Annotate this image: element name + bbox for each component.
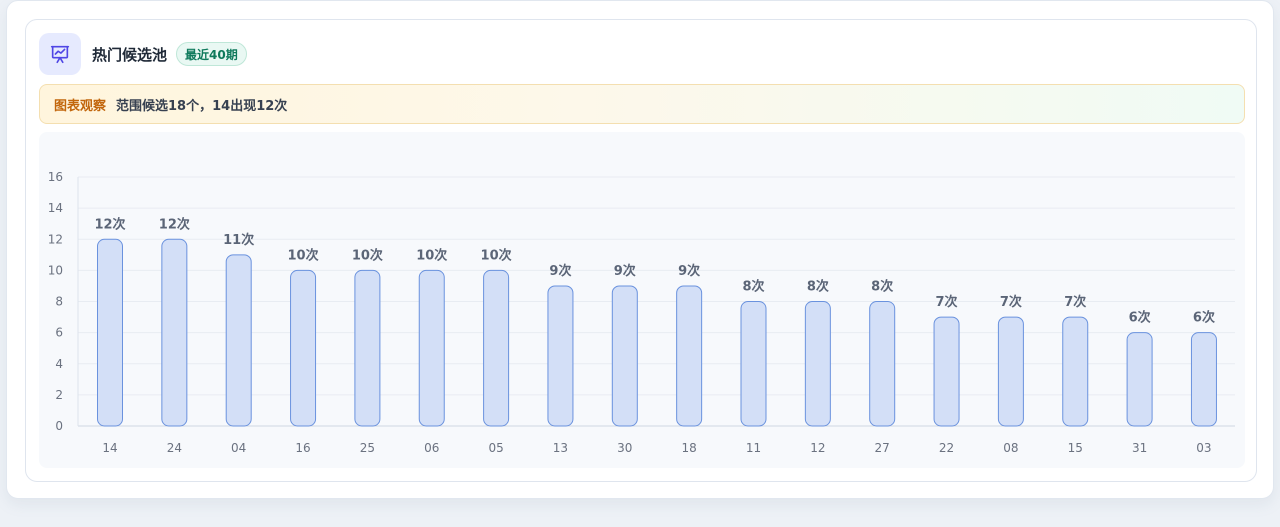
y-tick-label: 10 <box>48 263 63 277</box>
x-tick-label: 30 <box>617 441 632 455</box>
x-tick-label: 18 <box>682 441 697 455</box>
bar-value-label: 9次 <box>549 263 571 279</box>
y-tick-label: 0 <box>55 419 63 433</box>
x-tick-label: 27 <box>875 441 890 455</box>
y-tick-label: 14 <box>48 201 63 215</box>
bar-value-label: 10次 <box>288 247 319 263</box>
bar <box>225 254 252 427</box>
y-tick-label: 4 <box>55 357 63 371</box>
bar <box>997 316 1024 427</box>
bar-value-label: 7次 <box>1000 294 1022 310</box>
bar-value-label: 9次 <box>614 263 636 279</box>
bar <box>869 301 896 427</box>
bar <box>933 316 960 427</box>
hot-candidate-card: 热门候选池 最近40期 图表观察 范围候选18个，14出现12次 0 2 4 6 8 10… <box>25 19 1257 482</box>
x-tick-label: 16 <box>295 441 310 455</box>
observation-label: 图表观察 <box>54 98 107 114</box>
bar <box>354 269 381 427</box>
x-tick-label: 04 <box>231 441 246 455</box>
x-tick-label: 24 <box>167 441 182 455</box>
bar <box>1062 316 1089 427</box>
bar-chart: 0 2 4 6 8 10 12 14 16 12次 14 12次 24 11次 04 10次 16 10次 25 10… <box>39 132 1245 468</box>
bar-value-label: 10次 <box>481 247 512 263</box>
bar-value-label: 10次 <box>352 247 383 263</box>
x-tick-label: 05 <box>488 441 503 455</box>
x-tick-label: 13 <box>553 441 568 455</box>
x-tick-label: 25 <box>360 441 375 455</box>
y-tick-label: 2 <box>55 388 63 402</box>
bar-chart-svg: 024681012141612次1412次2411次0410次1610次2510… <box>48 170 1235 455</box>
bar <box>290 269 317 427</box>
bar-value-label: 12次 <box>159 216 190 232</box>
y-tick-label: 12 <box>48 232 63 246</box>
y-tick-label: 8 <box>55 295 63 309</box>
y-tick-label: 6 <box>55 326 63 340</box>
outer-panel: 热门候选池 最近40期 图表观察 范围候选18个，14出现12次 0 2 4 6 8 10… <box>6 0 1274 499</box>
chart-observation-banner: 图表观察 范围候选18个，14出现12次 <box>39 84 1245 124</box>
bar-value-label: 8次 <box>871 279 893 295</box>
bar-value-label: 11次 <box>223 232 254 248</box>
bar <box>804 301 831 427</box>
bar-value-label: 12次 <box>94 216 125 232</box>
x-tick-label: 08 <box>1003 441 1018 455</box>
bar <box>1190 332 1217 427</box>
x-tick-label: 22 <box>939 441 954 455</box>
bar <box>676 285 703 427</box>
bar-value-label: 6次 <box>1193 310 1215 326</box>
x-tick-label: 12 <box>810 441 825 455</box>
bar-value-label: 6次 <box>1129 310 1151 326</box>
card-title: 热门候选池 <box>92 45 168 64</box>
x-tick-label: 03 <box>1196 441 1211 455</box>
bar <box>611 285 638 427</box>
y-tick-label: 16 <box>48 170 63 184</box>
bar <box>1126 332 1153 427</box>
observation-text: 范围候选18个，14出现12次 <box>116 98 288 114</box>
bar-value-label: 8次 <box>807 279 829 295</box>
bar-value-label: 10次 <box>416 247 447 263</box>
bar <box>740 301 767 427</box>
bar <box>483 269 510 427</box>
x-tick-label: 15 <box>1068 441 1083 455</box>
presentation-chart-icon <box>39 33 81 75</box>
bar-value-label: 7次 <box>936 294 958 310</box>
x-tick-label: 14 <box>102 441 117 455</box>
period-badge: 最近40期 <box>176 42 247 66</box>
x-tick-label: 06 <box>424 441 439 455</box>
card-header: 热门候选池 最近40期 <box>39 33 247 75</box>
bar-value-label: 9次 <box>678 263 700 279</box>
x-tick-label: 11 <box>746 441 761 455</box>
bar <box>547 285 574 427</box>
bar <box>418 269 445 427</box>
bar-value-label: 7次 <box>1064 294 1086 310</box>
bar <box>97 238 123 427</box>
bar-value-label: 8次 <box>742 279 764 295</box>
x-tick-label: 31 <box>1132 441 1147 455</box>
bar <box>161 238 188 427</box>
